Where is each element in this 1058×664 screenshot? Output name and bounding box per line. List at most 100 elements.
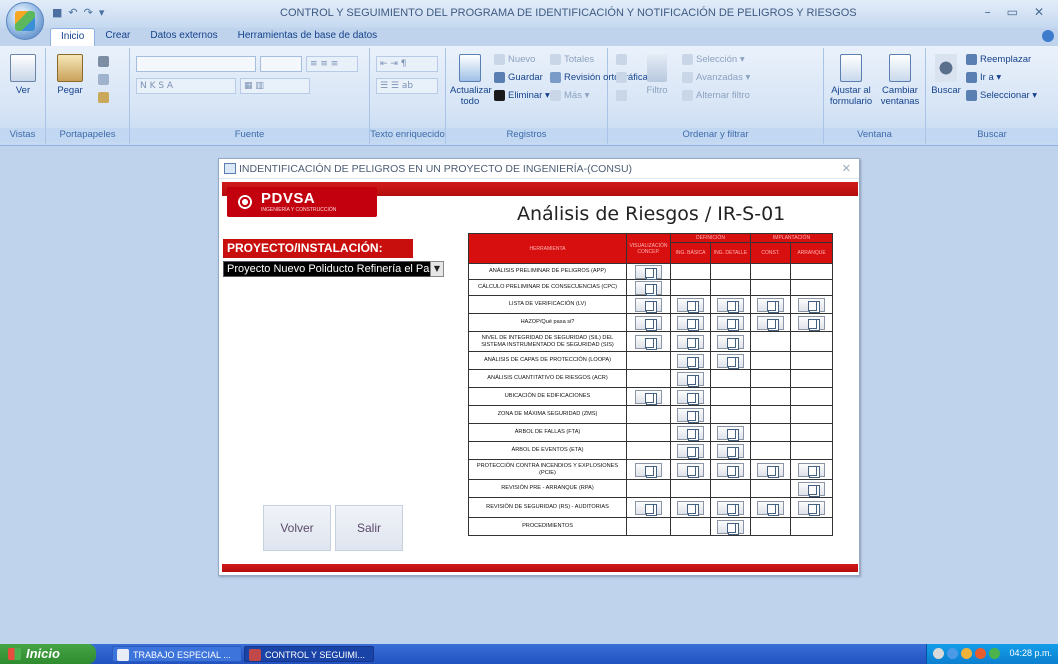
open-document-button[interactable] [677, 462, 704, 477]
save-icon[interactable]: ■ [52, 6, 62, 19]
maximize-button[interactable]: ▭ [1007, 5, 1018, 19]
open-document-button[interactable] [717, 462, 744, 477]
group-ordenar-filtrar: Filtro Selección ▾ Avanzadas ▾ Alternar … [608, 48, 824, 144]
task-control-seguimiento[interactable]: CONTROL Y SEGUIMI... [244, 646, 374, 662]
open-document-button[interactable] [798, 500, 825, 515]
font-name-combo[interactable] [136, 56, 256, 72]
alternar-filtro-button[interactable]: Alternar filtro [682, 90, 750, 101]
form-close-icon[interactable]: ✕ [842, 162, 851, 175]
open-document-button[interactable] [677, 389, 704, 404]
open-document-button[interactable] [757, 315, 784, 330]
ir-a-button[interactable]: Ir a ▾ [966, 72, 1001, 83]
tray-back-icon[interactable] [933, 648, 944, 659]
phase-cell [750, 479, 791, 498]
open-document-button[interactable] [798, 297, 825, 312]
copy-button[interactable] [98, 74, 112, 85]
task-trabajo-especial[interactable]: TRABAJO ESPECIAL ... [112, 646, 242, 662]
open-document-button[interactable] [677, 500, 704, 515]
buscar-button[interactable]: Buscar [930, 54, 962, 96]
open-document-button[interactable] [677, 425, 704, 440]
volver-button[interactable]: Volver [263, 505, 331, 551]
indent-buttons[interactable]: ⇤ ⇥ ¶ [376, 56, 438, 72]
open-document-button[interactable] [677, 407, 704, 422]
open-document-button[interactable] [635, 264, 662, 279]
minimize-button[interactable]: – [985, 5, 991, 19]
open-document-button[interactable] [717, 519, 744, 534]
project-dropdown-icon[interactable]: ▼ [430, 261, 444, 277]
reemplazar-button[interactable]: Reemplazar [966, 54, 1031, 65]
tab-inicio[interactable]: Inicio [50, 28, 96, 46]
open-document-button[interactable] [677, 297, 704, 312]
cambiar-ventanas-button[interactable]: Cambiar ventanas [876, 54, 924, 107]
sort-asc-button[interactable] [616, 54, 630, 65]
open-document-button[interactable] [717, 334, 744, 349]
risk-tools-table-body: ANÁLISIS PRELIMINAR DE PELIGROS (APP) CÁL… [468, 263, 833, 536]
open-document-button[interactable] [757, 500, 784, 515]
undo-icon[interactable]: ↶ [68, 6, 77, 19]
open-document-button[interactable] [677, 315, 704, 330]
open-document-button[interactable] [717, 297, 744, 312]
security-icon[interactable] [961, 648, 972, 659]
open-document-button[interactable] [635, 297, 662, 312]
tab-herramientas[interactable]: Herramientas de base de datos [228, 28, 388, 46]
open-document-button[interactable] [798, 481, 825, 496]
tab-datos-externos[interactable]: Datos externos [140, 28, 227, 46]
nuevo-button[interactable]: Nuevo [494, 54, 535, 65]
format-buttons[interactable]: N K S A [136, 78, 236, 94]
open-document-button[interactable] [717, 353, 744, 368]
open-document-button[interactable] [798, 315, 825, 330]
open-document-button[interactable] [635, 389, 662, 404]
customize-qat-icon[interactable]: ▾ [99, 6, 105, 19]
pegar-button[interactable]: Pegar [52, 54, 88, 96]
open-document-button[interactable] [798, 462, 825, 477]
actualizar-button[interactable]: Actualizar todo [450, 54, 492, 107]
open-document-button[interactable] [717, 315, 744, 330]
update-icon[interactable] [975, 648, 986, 659]
phase-cell [626, 313, 671, 332]
eliminar-button[interactable]: Eliminar ▾ [494, 90, 550, 101]
volume-icon[interactable] [989, 648, 1000, 659]
start-button[interactable]: Inicio [0, 644, 96, 664]
close-button[interactable]: ✕ [1034, 5, 1044, 19]
help-icon[interactable] [1042, 30, 1054, 42]
avanzadas-button[interactable]: Avanzadas ▾ [682, 72, 750, 83]
sort-desc-button[interactable] [616, 72, 630, 83]
open-document-button[interactable] [757, 297, 784, 312]
open-document-button[interactable] [717, 425, 744, 440]
office-button[interactable] [6, 2, 44, 40]
tab-crear[interactable]: Crear [95, 28, 140, 46]
open-document-button[interactable] [635, 334, 662, 349]
tool-name: PROTECCIÓN CONTRA INCENDIOS Y EXPLOSIONE… [468, 459, 627, 480]
network-icon[interactable] [947, 648, 958, 659]
open-document-button[interactable] [635, 500, 662, 515]
font-size-combo[interactable] [260, 56, 302, 72]
open-document-button[interactable] [677, 371, 704, 386]
align-buttons[interactable]: ≡ ≡ ≡ [306, 56, 358, 72]
guardar-button[interactable]: Guardar [494, 72, 543, 83]
cut-button[interactable] [98, 56, 112, 67]
open-document-button[interactable] [677, 353, 704, 368]
project-select[interactable]: Proyecto Nuevo Poliducto Refinería el Pa [223, 261, 431, 277]
totales-button[interactable]: Totales [550, 54, 594, 65]
open-document-button[interactable] [677, 443, 704, 458]
clear-sort-button[interactable] [616, 90, 630, 101]
filtro-button[interactable]: Filtro [640, 54, 674, 96]
ver-button[interactable]: Ver [8, 54, 38, 96]
open-document-button[interactable] [717, 443, 744, 458]
salir-button[interactable]: Salir [335, 505, 403, 551]
seleccion-button[interactable]: Selección ▾ [682, 54, 745, 65]
list-buttons[interactable]: ☰ ☰ ab [376, 78, 438, 94]
redo-icon[interactable]: ↷ [84, 6, 93, 19]
window-titlebar: ■ ↶ ↷ ▾ CONTROL Y SEGUIMIENTO DEL PROGRA… [0, 0, 1058, 40]
open-document-button[interactable] [635, 315, 662, 330]
open-document-button[interactable] [757, 462, 784, 477]
format-painter-button[interactable] [98, 92, 112, 103]
fill-grid-buttons[interactable]: ▦ ▥ [240, 78, 310, 94]
open-document-button[interactable] [677, 334, 704, 349]
open-document-button[interactable] [635, 462, 662, 477]
mas-button[interactable]: Más ▾ [550, 90, 589, 101]
seleccionar-button[interactable]: Seleccionar ▾ [966, 90, 1037, 101]
open-document-button[interactable] [635, 280, 662, 295]
ajustar-button[interactable]: Ajustar al formulario [826, 54, 876, 107]
open-document-button[interactable] [717, 500, 744, 515]
